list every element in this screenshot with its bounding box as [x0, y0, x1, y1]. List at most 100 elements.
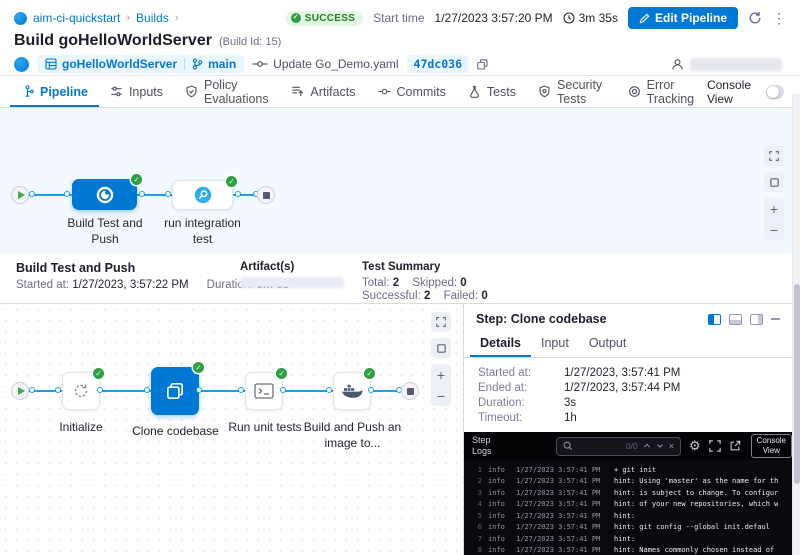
search-prev-icon[interactable] — [643, 443, 651, 449]
step-label[interactable]: Clone codebase — [128, 424, 223, 440]
step-node-run-unit-tests[interactable]: ✓ — [245, 372, 283, 410]
tab-details[interactable]: Details — [470, 330, 531, 357]
connector-dot — [97, 387, 103, 393]
tab-commits[interactable]: Commits — [367, 76, 457, 107]
log-timestamp: 1/27/2023 3:57:41 PM — [516, 466, 606, 474]
tab-pipeline[interactable]: Pipeline — [10, 76, 99, 107]
log-message: hint: Names commonly chosen instead of — [614, 546, 774, 554]
log-line-number: 4 — [472, 500, 482, 508]
tab-security-tests[interactable]: Security Tests — [527, 76, 617, 107]
success-check-icon: ✓ — [291, 13, 301, 23]
stage-node-build-test-and-push[interactable]: ✓ — [72, 179, 137, 210]
log-message: hint: — [614, 535, 635, 543]
step-label[interactable]: Initialize — [41, 420, 121, 436]
zoom-in-button[interactable]: + — [431, 364, 451, 385]
page-scrollbar-thumb[interactable] — [794, 284, 800, 484]
step-label[interactable]: Build and Push an image to... — [301, 420, 404, 451]
log-message: hint: of your new repositories, which w — [614, 500, 778, 508]
log-message: hint: is subject to change. To configur — [614, 489, 778, 497]
stage-label[interactable]: Build Test and Push — [59, 216, 151, 247]
fullscreen-button[interactable] — [764, 146, 784, 166]
refresh-icon[interactable] — [748, 11, 762, 25]
stage-node-run-integration-test[interactable]: ✓ — [172, 180, 233, 210]
detail-row: Timeout: 1h — [478, 412, 786, 424]
console-view-label: Console View — [707, 78, 759, 106]
clock-icon — [563, 12, 575, 24]
log-search-box[interactable]: 0/0 × — [556, 437, 681, 456]
console-view-button[interactable]: Console View — [751, 434, 792, 458]
breadcrumb-separator: › — [175, 12, 179, 24]
stage-end-node — [257, 186, 275, 204]
security-shield-icon — [538, 85, 551, 98]
search-clear-icon[interactable]: × — [669, 441, 674, 451]
log-fullscreen-icon[interactable] — [709, 440, 721, 452]
log-timestamp: 1/27/2023 3:57:41 PM — [516, 523, 606, 531]
log-line-number: 7 — [472, 535, 482, 543]
success-badge-icon: ✓ — [93, 368, 104, 379]
repo-branch-pill[interactable]: goHelloWorldServer main — [37, 55, 244, 73]
step-graph-canvas[interactable]: ✓ ✓ ✓ ✓ — [0, 304, 463, 555]
tab-output[interactable]: Output — [579, 330, 637, 357]
console-view-toggle[interactable] — [766, 85, 784, 99]
stage-summary-strip: Build Test and Push Started at: 1/27/202… — [0, 254, 800, 304]
tab-policy-evaluations[interactable]: Policy Evaluations — [174, 76, 280, 107]
initialize-sync-icon — [72, 382, 90, 400]
search-next-icon[interactable] — [656, 443, 664, 449]
branch-name: main — [208, 57, 236, 71]
connector-dot — [235, 191, 241, 197]
commit-sha[interactable]: 47dc036 — [407, 55, 469, 73]
breadcrumb-project[interactable]: aim-ci-quickstart — [33, 11, 120, 25]
zoom-out-button[interactable]: − — [764, 219, 784, 240]
layout-split-view-icon[interactable] — [708, 314, 721, 325]
tests-flask-icon — [468, 85, 481, 98]
layout-right-panel-icon[interactable] — [750, 314, 763, 325]
page-scrollbar[interactable] — [792, 94, 800, 555]
detail-row: Ended at: 1/27/2023, 3:57:44 PM — [478, 382, 786, 394]
status-badge: ✓ SUCCESS — [286, 11, 363, 26]
success-badge-icon: ✓ — [131, 174, 142, 185]
integration-test-stage-icon — [194, 186, 212, 204]
stage-graph-canvas[interactable]: ✓ ✓ Build Test and Push run integration … — [0, 108, 800, 254]
success-badge-icon: ✓ — [364, 368, 375, 379]
connector-dot — [196, 387, 202, 393]
step-details-panel: Step: Clone codebase Details Input Outpu… — [463, 304, 800, 555]
log-level: info — [488, 477, 512, 485]
zoom-out-button[interactable]: − — [431, 385, 451, 406]
step-node-clone-codebase[interactable]: ✓ — [151, 367, 199, 415]
step-label[interactable]: Run unit tests — [219, 420, 311, 436]
test-summary-line-1: Total: 2 Skipped: 0 — [362, 277, 498, 289]
tab-error-tracking[interactable]: Error Tracking — [617, 76, 707, 107]
kebab-menu-icon[interactable]: ⋮ — [772, 10, 786, 27]
fullscreen-button[interactable] — [431, 312, 451, 332]
log-settings-gear-icon[interactable]: ⚙ — [689, 438, 701, 454]
step-details-list: Started at: 1/27/2023, 3:57:41 PM Ended … — [464, 358, 800, 424]
artifacts-icon — [291, 85, 304, 98]
copy-icon[interactable] — [477, 59, 488, 70]
layout-bottom-panel-icon[interactable] — [729, 314, 742, 325]
minimize-panel-icon[interactable] — [771, 318, 780, 320]
log-line-number: 5 — [472, 512, 482, 520]
stop-icon — [263, 192, 270, 199]
fit-to-view-button[interactable] — [431, 338, 451, 358]
tab-artifacts[interactable]: Artifacts — [280, 76, 366, 107]
pencil-icon — [639, 13, 650, 24]
fit-to-view-button[interactable] — [764, 172, 784, 192]
tab-input[interactable]: Input — [531, 330, 579, 357]
step-node-initialize[interactable]: ✓ — [62, 372, 100, 410]
repository-icon — [45, 58, 57, 70]
connector-dot — [238, 387, 244, 393]
tab-tests[interactable]: Tests — [457, 76, 527, 107]
play-icon — [18, 387, 25, 395]
open-in-new-icon[interactable] — [729, 440, 741, 452]
breadcrumb-builds[interactable]: Builds — [136, 11, 169, 25]
edit-pipeline-button[interactable]: Edit Pipeline — [628, 7, 738, 29]
artifact-redacted — [240, 277, 344, 288]
log-search-input[interactable] — [578, 441, 621, 451]
detail-label: Ended at: — [478, 382, 564, 394]
terminal-icon — [254, 383, 274, 399]
step-node-build-and-push[interactable]: ✓ — [333, 372, 371, 410]
stage-label[interactable]: run integration test — [156, 216, 249, 247]
log-line: 4 info 1/27/2023 3:57:41 PM hint: of you… — [472, 499, 800, 511]
zoom-in-button[interactable]: + — [764, 198, 784, 219]
tab-inputs[interactable]: Inputs — [99, 76, 174, 107]
